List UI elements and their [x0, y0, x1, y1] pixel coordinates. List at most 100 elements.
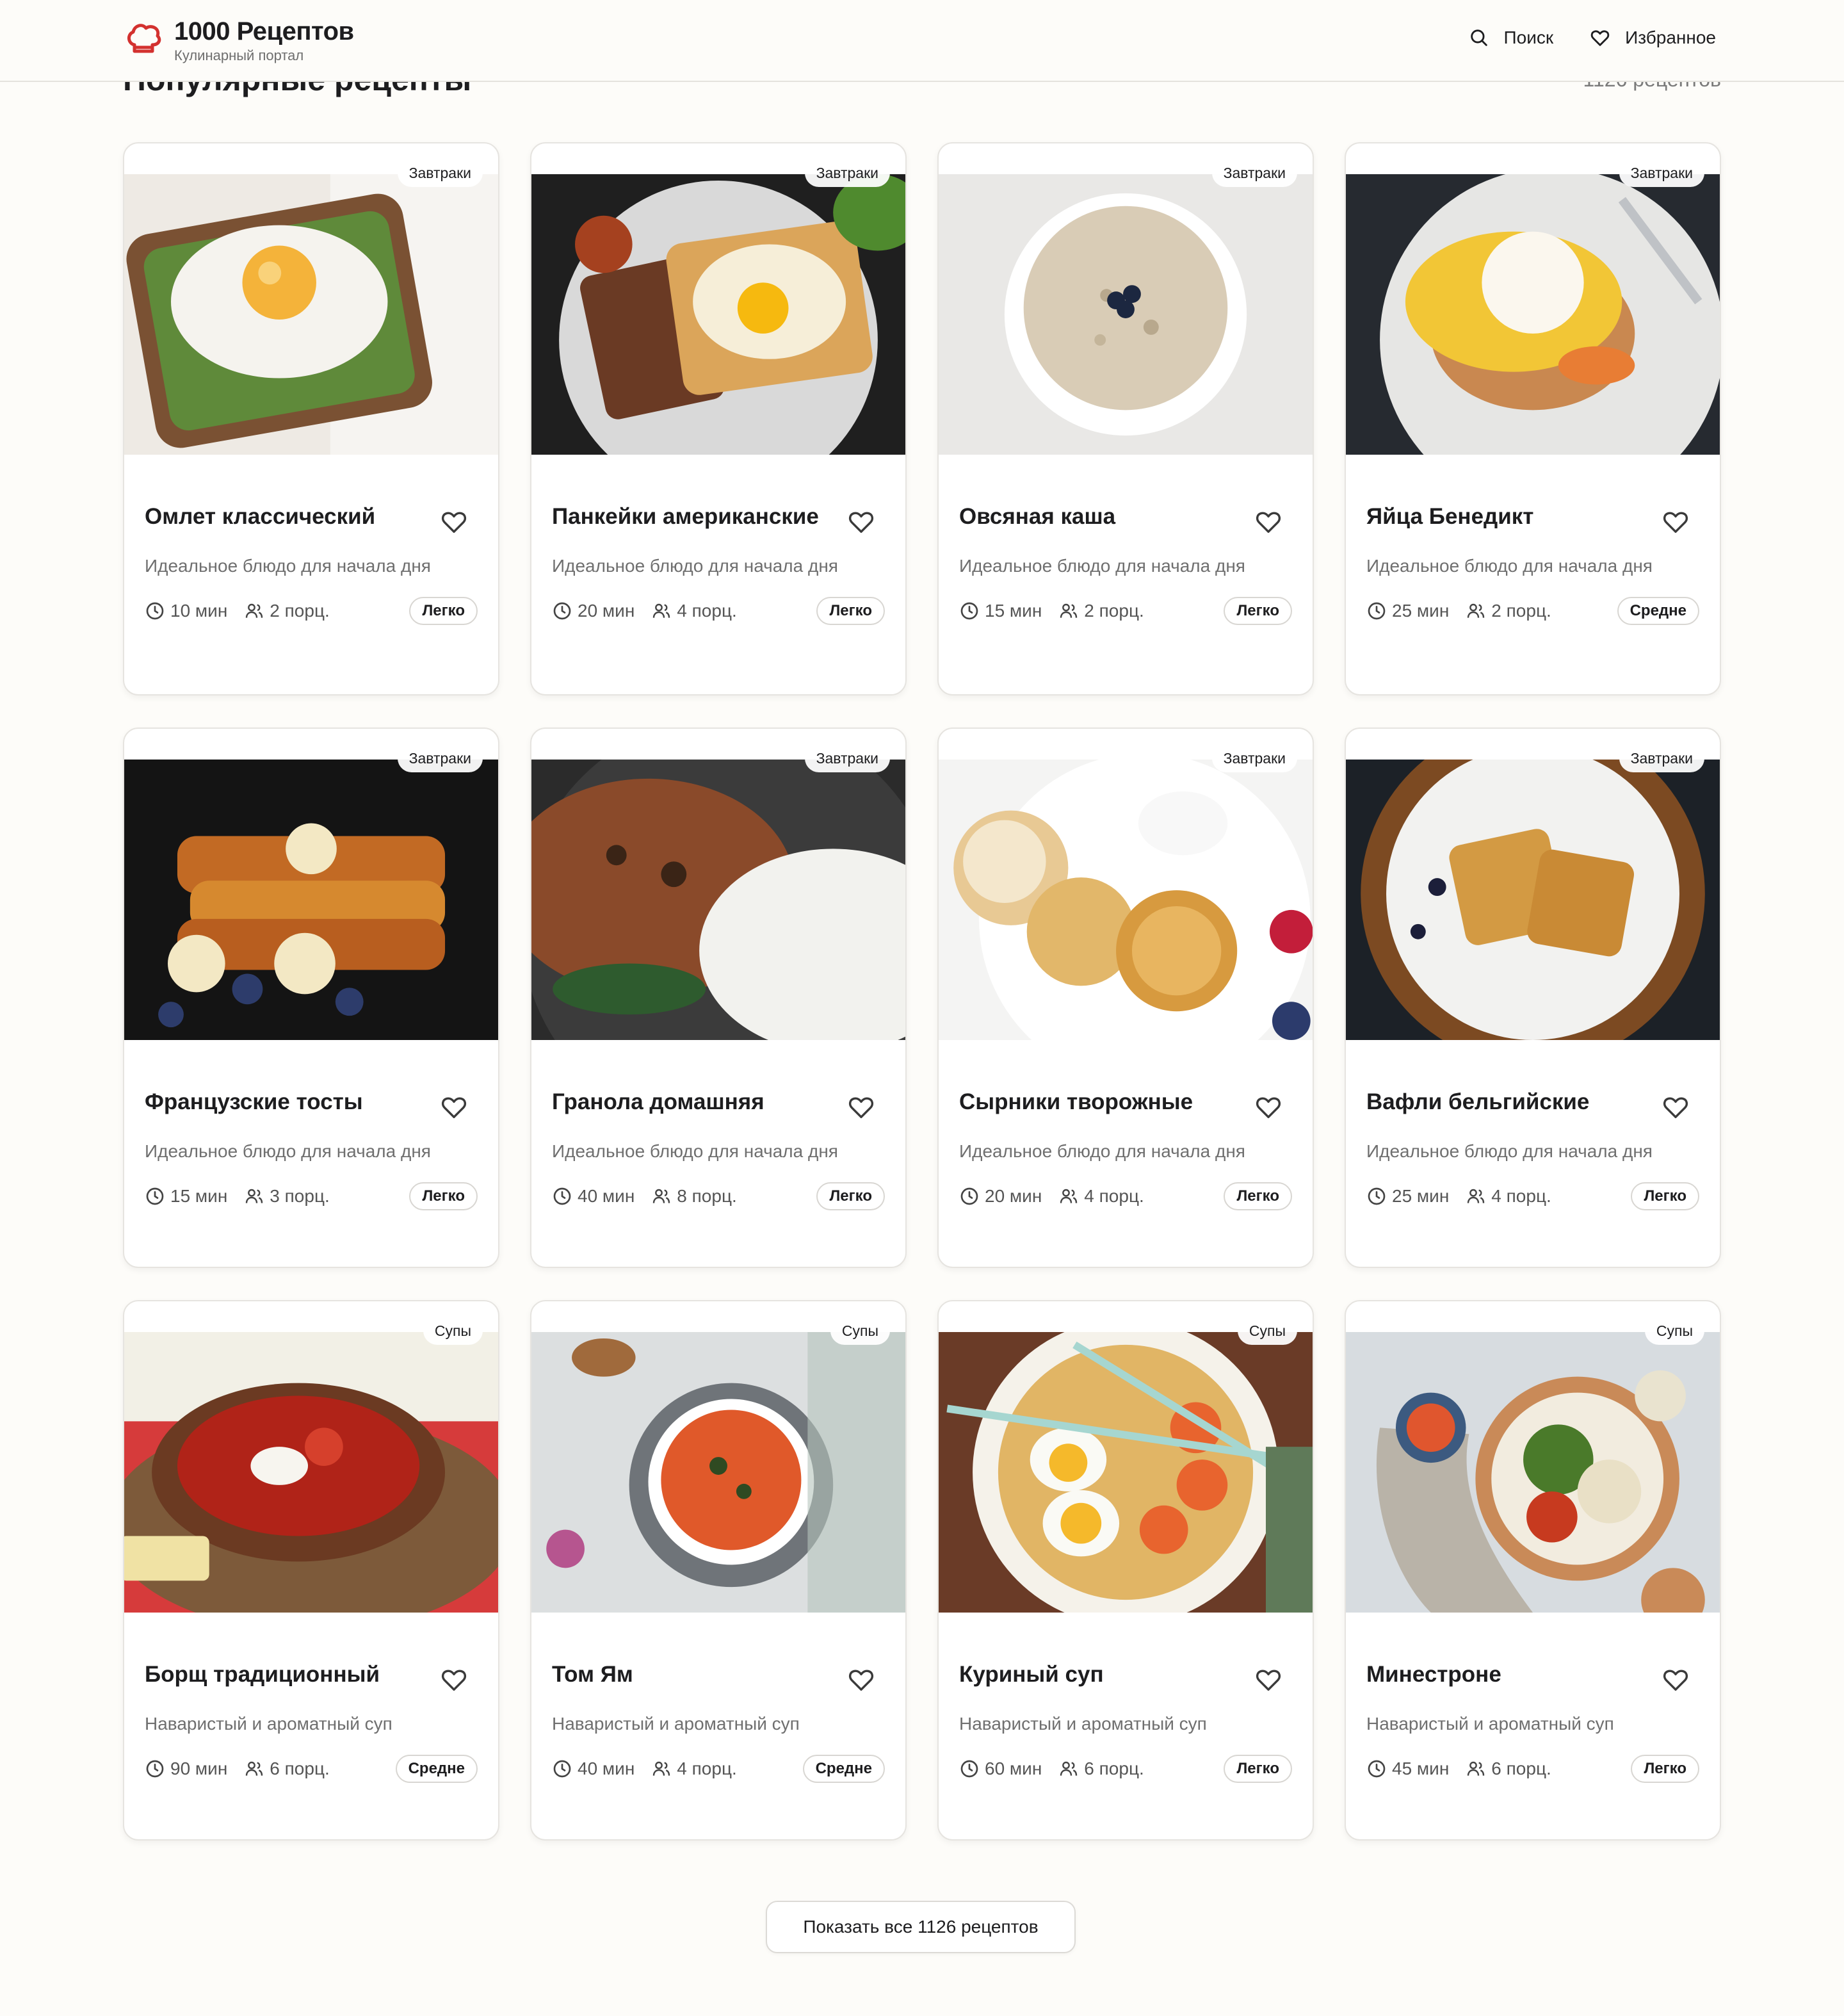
cook-time: 40 мин [552, 1186, 635, 1207]
recipe-photo [1346, 174, 1720, 455]
recipe-title: Куриный суп [959, 1662, 1104, 1687]
servings-value: 6 порц. [1491, 1759, 1551, 1778]
category-badge: Завтраки [397, 744, 483, 772]
clock-icon [553, 1760, 571, 1778]
category-badge: Завтраки [1211, 159, 1297, 187]
recipe-description: Наваристый и ароматный суп [959, 1714, 1207, 1734]
recipe-card-body: Овсяная каша Идеальное блюдо для начала … [959, 502, 1292, 625]
cook-time: 60 мин [959, 1759, 1042, 1779]
heart-icon [848, 1670, 874, 1691]
recipe-title: Гранола домашняя [552, 1089, 764, 1114]
recipe-title: Сырники творожные [959, 1089, 1193, 1114]
nav-search-label: Поиск [1503, 28, 1554, 47]
clock-icon [1368, 1187, 1386, 1205]
recipe-card[interactable]: Завтраки Яйца Бенедикт Идеальное блюдо д… [1345, 142, 1721, 695]
recipe-title: Том Ям [552, 1662, 633, 1687]
people-icon [1468, 1761, 1485, 1776]
servings: 6 порц. [1466, 1759, 1551, 1779]
difficulty-badge: Средне [1617, 597, 1699, 625]
favorite-button[interactable] [439, 507, 469, 537]
recipe-card[interactable]: Завтраки Гранола домашняя Идеальное блюд… [530, 728, 907, 1268]
recipe-card[interactable]: Завтраки Вафли бельгийские Идеальное блю… [1345, 728, 1721, 1268]
clock-icon [960, 1760, 978, 1778]
recipe-meta: 25 мин 2 порц. Средне [1366, 597, 1699, 625]
clock-icon [960, 1187, 978, 1205]
recipe-card-body: Минестроне Наваристый и ароматный суп 45… [1366, 1660, 1699, 1783]
clock-icon [146, 1760, 164, 1778]
cook-time: 25 мин [1366, 601, 1449, 621]
favorite-button[interactable] [1661, 1665, 1690, 1695]
servings: 2 порц. [244, 601, 330, 621]
servings: 2 порц. [1058, 601, 1144, 621]
cook-time-value: 10 мин [170, 601, 228, 621]
recipe-card[interactable]: Завтраки Омлет классический Идеальное бл… [123, 142, 499, 695]
recipe-meta: 60 мин 6 порц. Легко [959, 1755, 1292, 1783]
difficulty-badge: Легко [1224, 1755, 1292, 1783]
nav-favorites[interactable]: Избранное [1589, 27, 1716, 49]
heart-icon [1256, 512, 1281, 533]
clock-icon [1368, 1760, 1386, 1778]
recipe-card[interactable]: Супы Борщ традиционный Наваристый и аром… [123, 1300, 499, 1841]
recipe-photo [939, 1332, 1313, 1613]
recipe-meta: 20 мин 4 порц. Легко [552, 597, 885, 625]
favorite-button[interactable] [846, 507, 876, 537]
show-all-recipes-button[interactable]: Показать все 1126 рецептов [766, 1901, 1076, 1953]
recipe-card[interactable]: Супы Куриный суп Наваристый и ароматный … [937, 1300, 1314, 1841]
recipe-photo-image [1346, 174, 1720, 455]
favorite-button[interactable] [846, 1093, 876, 1122]
cook-time-value: 60 мин [985, 1759, 1042, 1778]
recipe-photo-image [939, 174, 1313, 455]
recipe-card[interactable]: Завтраки Французские тосты Идеальное блю… [123, 728, 499, 1268]
recipe-meta: 45 мин 6 порц. Легко [1366, 1755, 1699, 1783]
favorite-button[interactable] [439, 1665, 469, 1695]
brand-logo-link[interactable]: 1000 Рецептов Кулинарный портал [123, 17, 354, 64]
cook-time-value: 20 мин [985, 1186, 1042, 1206]
recipe-title: Панкейки американские [552, 504, 819, 529]
search-icon [1470, 29, 1487, 46]
clock-icon [146, 602, 164, 620]
recipe-meta: 90 мин 6 порц. Средне [145, 1755, 478, 1783]
recipe-description: Идеальное блюдо для начала дня [959, 556, 1245, 576]
heart-icon [1256, 1097, 1281, 1119]
people-icon [1468, 1189, 1485, 1203]
recipe-card[interactable]: Завтраки Овсяная каша Идеальное блюдо дл… [937, 142, 1314, 695]
servings: 8 порц. [651, 1186, 737, 1207]
servings: 2 порц. [1466, 601, 1551, 621]
recipe-photo-image [531, 760, 905, 1040]
recipe-card[interactable]: Супы Том Ям Наваристый и ароматный суп 4… [530, 1300, 907, 1841]
cook-time: 15 мин [145, 1186, 227, 1207]
favorite-button[interactable] [846, 1665, 876, 1695]
recipe-card-body: Панкейки американские Идеальное блюдо дл… [552, 502, 885, 625]
servings-value: 2 порц. [1084, 601, 1144, 621]
favorite-button[interactable] [1661, 507, 1690, 537]
recipe-description: Идеальное блюдо для начала дня [959, 1141, 1245, 1161]
people-icon [653, 1761, 670, 1776]
recipe-card-body: Гранола домашняя Идеальное блюдо для нач… [552, 1087, 885, 1210]
favorite-button[interactable] [1254, 1665, 1283, 1695]
favorite-button[interactable] [1661, 1093, 1690, 1122]
servings-value: 4 порц. [1491, 1186, 1551, 1206]
recipe-meta: 15 мин 2 порц. Легко [959, 597, 1292, 625]
recipe-photo-image [531, 174, 905, 455]
recipe-card[interactable]: Завтраки Панкейки американские Идеальное… [530, 142, 907, 695]
category-badge: Супы [1644, 1317, 1704, 1345]
recipe-description: Наваристый и ароматный суп [1366, 1714, 1614, 1734]
recipe-description: Идеальное блюдо для начала дня [552, 1141, 838, 1161]
cook-time-value: 25 мин [1392, 1186, 1450, 1206]
nav-search[interactable]: Поиск [1468, 27, 1554, 49]
recipe-photo [1346, 760, 1720, 1040]
cook-time-value: 40 мин [578, 1759, 635, 1778]
favorite-button[interactable] [1254, 507, 1283, 537]
recipe-card[interactable]: Супы Минестроне Наваристый и ароматный с… [1345, 1300, 1721, 1841]
recipe-photo-image [124, 760, 498, 1040]
recipe-photo [1346, 1332, 1720, 1613]
cook-time: 25 мин [1366, 1186, 1449, 1207]
recipe-photo-image [531, 1332, 905, 1613]
favorite-button[interactable] [439, 1093, 469, 1122]
favorite-button[interactable] [1254, 1093, 1283, 1122]
recipe-card-body: Французские тосты Идеальное блюдо для на… [145, 1087, 478, 1210]
category-badge: Завтраки [804, 159, 890, 187]
difficulty-badge: Легко [409, 1182, 478, 1210]
recipe-card[interactable]: Завтраки Сырники творожные Идеальное блю… [937, 728, 1314, 1268]
cook-time: 20 мин [552, 601, 635, 621]
